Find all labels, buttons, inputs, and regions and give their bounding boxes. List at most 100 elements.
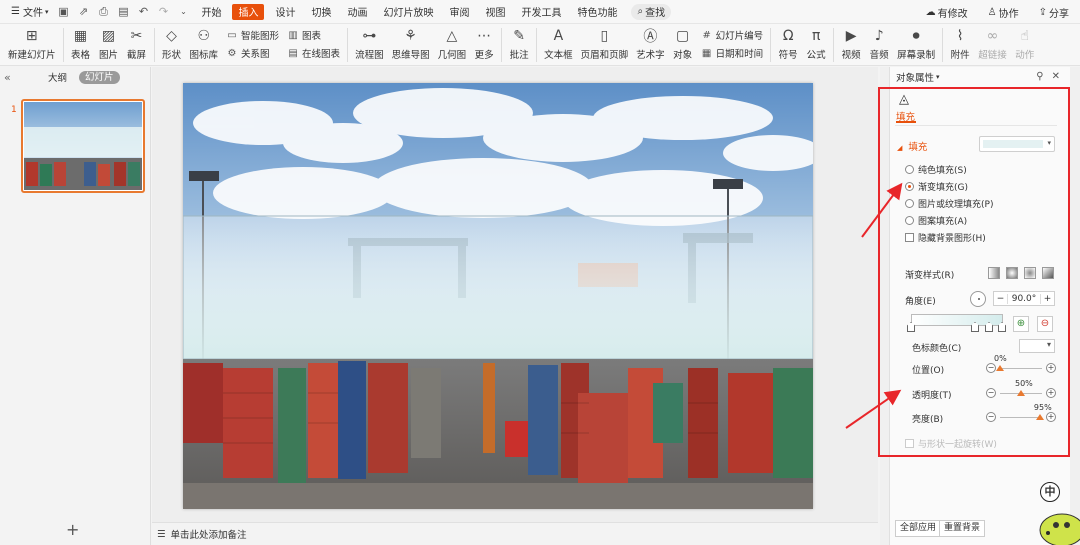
textbox-button[interactable]: A 文本框: [540, 24, 577, 66]
ribbon-separator: [536, 28, 538, 62]
video-button[interactable]: ▶ 视频: [837, 24, 865, 66]
smart-graphic-button[interactable]: ▭ 智能图形: [226, 28, 279, 43]
app-window: { "menubar": { "file_label": "文件", "tabs…: [0, 0, 1080, 545]
shape-button[interactable]: ◇ 形状: [158, 24, 186, 66]
search-icon: ⌕: [637, 6, 644, 17]
slide[interactable]: [183, 83, 813, 509]
screen-record-icon: ⏺: [912, 28, 920, 44]
tab-special[interactable]: 特色功能: [569, 0, 625, 24]
header-footer-button[interactable]: ▯ 页眉和页脚: [577, 24, 633, 66]
new-slide-button[interactable]: ⊞ 新建幻灯片: [4, 24, 60, 66]
tab-review[interactable]: 审阅: [441, 0, 477, 24]
paperclip-icon: ⌇: [956, 28, 964, 44]
notes-bar[interactable]: ☰ 单击此处添加备注: [152, 522, 878, 545]
picture-button[interactable]: ▨ 图片: [95, 24, 123, 66]
tab-slides[interactable]: 幻灯片: [79, 70, 120, 84]
print-icon[interactable]: ⎙: [96, 5, 110, 19]
mindmap-label: 思维导图: [391, 50, 430, 61]
panel-controls: ⚲ ✕: [1036, 71, 1060, 82]
file-menu[interactable]: ☰ 文件 ▾: [6, 0, 53, 24]
relation-button[interactable]: ⚙ 关系图: [226, 46, 279, 61]
right-edge-toolbar: [1070, 67, 1080, 545]
omega-icon: Ω: [782, 28, 794, 44]
more-chevron-icon[interactable]: ⌄: [176, 5, 190, 19]
new-slide-icon: ⊞: [25, 28, 38, 44]
mindmap-button[interactable]: ⚘ 思维导图: [388, 24, 434, 66]
symbol-button[interactable]: Ω 符号: [774, 24, 802, 66]
smart-graphic-group: ▭ 智能图形 ⚙ 关系图: [222, 24, 283, 64]
audio-button[interactable]: ♪ 音频: [865, 24, 893, 66]
object-button[interactable]: ▢ 对象: [669, 24, 697, 66]
audio-icon: ♪: [874, 28, 884, 44]
table-button[interactable]: ▦ 表格: [67, 24, 95, 66]
ribbon-separator: [501, 28, 503, 62]
redo-icon[interactable]: ↷: [156, 5, 170, 19]
flowchart-button[interactable]: ⊶ 流程图: [351, 24, 388, 66]
chevron-down-icon: ▾: [44, 7, 49, 16]
formula-button[interactable]: π 公式: [802, 24, 830, 66]
panel-header: 对象属性 ▾ ⚲ ✕: [890, 67, 1080, 87]
close-icon[interactable]: ✕: [1052, 71, 1060, 82]
tab-transition[interactable]: 切换: [303, 0, 339, 24]
preview-icon[interactable]: ▤: [116, 5, 130, 19]
geometry-button[interactable]: △ 几何图: [434, 24, 471, 66]
add-slide-button[interactable]: +: [66, 520, 79, 539]
share-button[interactable]: ⇪ 分享: [1034, 0, 1074, 24]
tab-insert[interactable]: 插入: [232, 3, 265, 20]
tab-animation[interactable]: 动画: [339, 0, 375, 24]
slide-thumbnail[interactable]: [21, 99, 145, 193]
pi-icon: π: [811, 28, 821, 44]
undo-icon[interactable]: ↶: [136, 5, 150, 19]
file-menu-label: 文件: [22, 8, 43, 19]
more-button[interactable]: ⋯ 更多: [470, 24, 498, 66]
tab-developer[interactable]: 开发工具: [513, 0, 569, 24]
calendar-icon: ▦: [701, 47, 712, 59]
wordart-button[interactable]: Ⓐ 艺术字: [632, 24, 669, 66]
online-chart-icon: ▤: [288, 47, 298, 59]
changes-button[interactable]: ☁ 有修改: [921, 0, 973, 24]
save-icon[interactable]: ▣: [56, 5, 70, 19]
symbol-label: 符号: [778, 50, 798, 61]
collab-label: 协作: [998, 8, 1019, 20]
screen-record-button[interactable]: ⏺ 屏幕录制: [893, 24, 939, 66]
flowchart-icon: ⊶: [362, 28, 377, 44]
slides-panel: « 大纲 幻灯片 1 +: [0, 67, 151, 545]
comment-label: 批注: [509, 50, 529, 61]
slide-number-button[interactable]: # 幻灯片编号: [701, 28, 763, 43]
search-button[interactable]: ⌕ 查找: [631, 3, 672, 20]
hyperlink-button[interactable]: ∞ 超链接: [974, 24, 1011, 66]
tab-home[interactable]: 开始: [193, 0, 229, 24]
relation-label: 关系图: [241, 49, 270, 60]
apply-all-button[interactable]: 全部应用: [895, 520, 942, 537]
slide-number-group: # 幻灯片编号 ▦ 日期和时间: [697, 24, 768, 64]
pin-icon[interactable]: ⚲: [1036, 71, 1043, 82]
slide-background-image: [183, 83, 813, 509]
menubar-right: ☁ 有修改 ♙ 协作 ⇪ 分享: [921, 0, 1074, 24]
panel-title: 对象属性: [896, 73, 935, 84]
table-label: 表格: [71, 50, 91, 61]
collab-button[interactable]: ♙ 协作: [983, 0, 1024, 24]
collapse-icon[interactable]: «: [4, 71, 18, 84]
export-icon[interactable]: ⇗: [76, 5, 90, 19]
chevron-down-icon[interactable]: ▾: [936, 73, 940, 81]
icon-library-button[interactable]: ⚇ 图标库: [186, 24, 223, 66]
ime-indicator[interactable]: 中: [1040, 482, 1060, 502]
tab-design[interactable]: 设计: [267, 0, 303, 24]
tab-slideshow[interactable]: 幻灯片放映: [375, 0, 441, 24]
screenshot-button[interactable]: ✂ 截屏: [123, 24, 151, 66]
ribbon-toolbar: ⊞ 新建幻灯片 ▦ 表格 ▨ 图片 ✂ 截屏 ◇ 形状 ⚇ 图标库 ▭ 智能图形…: [0, 24, 1080, 66]
datetime-button[interactable]: ▦ 日期和时间: [701, 46, 763, 61]
tab-outline[interactable]: 大纲: [48, 70, 67, 84]
chart-button[interactable]: ▥ 图表: [287, 28, 340, 43]
tab-view[interactable]: 视图: [477, 0, 513, 24]
mascot-image: [1039, 513, 1080, 545]
slide-number-icon: #: [702, 29, 711, 41]
action-button[interactable]: ☝ 动作: [1011, 24, 1039, 66]
comment-button[interactable]: ✎ 批注: [505, 24, 533, 66]
online-chart-button[interactable]: ▤ 在线图表: [287, 46, 340, 61]
attachment-button[interactable]: ⌇ 附件: [946, 24, 974, 66]
reset-background-button[interactable]: 重置背景: [939, 520, 986, 537]
notes-placeholder: 单击此处添加备注: [170, 530, 247, 541]
slide-number: 1: [11, 105, 17, 115]
menu-bar: ☰ 文件 ▾ ▣ ⇗ ⎙ ▤ ↶ ↷ ⌄ 开始 插入 设计 切换 动画 幻灯片放…: [0, 0, 1080, 24]
